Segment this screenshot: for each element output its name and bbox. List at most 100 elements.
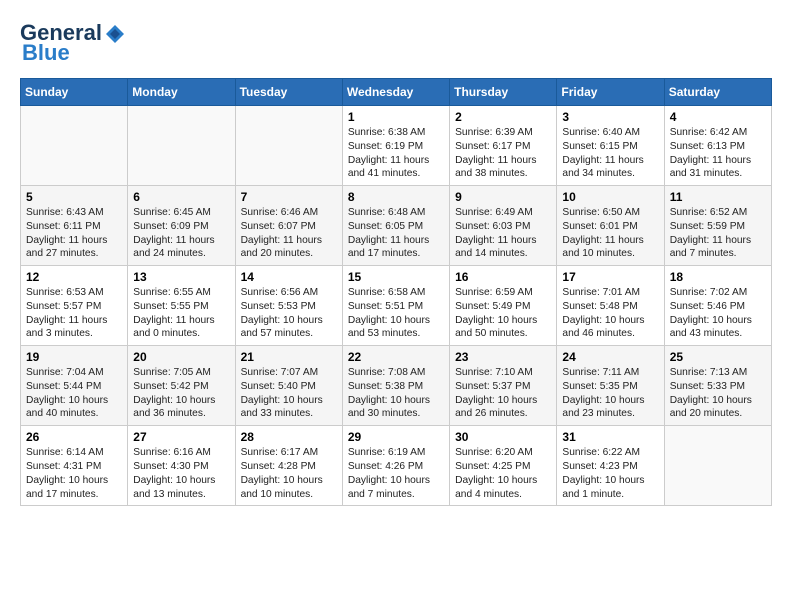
calendar-week-row: 19 Sunrise: 7:04 AM Sunset: 5:44 PM Dayli… [21,346,772,426]
day-info: Sunrise: 7:10 AM Sunset: 5:37 PM Dayligh… [455,366,551,421]
day-info: Sunrise: 6:39 AM Sunset: 6:17 PM Dayligh… [455,126,551,181]
calendar-cell: 19 Sunrise: 7:04 AM Sunset: 5:44 PM Dayli… [21,346,128,426]
calendar-week-row: 5Sunrise: 6:43 AM Sunset: 6:11 PM Daylig… [21,186,772,266]
day-info: Sunrise: 7:01 AM Sunset: 5:48 PM Dayligh… [562,286,658,341]
calendar-cell: 8Sunrise: 6:48 AM Sunset: 6:05 PM Daylig… [342,186,449,266]
day-number: 20 [133,350,229,364]
day-info: Sunrise: 6:16 AM Sunset: 4:30 PM Dayligh… [133,446,229,501]
calendar-cell: 20 Sunrise: 7:05 AM Sunset: 5:42 PM Dayli… [128,346,235,426]
logo-icon [104,23,126,45]
day-info: Sunrise: 6:42 AM Sunset: 6:13 PM Dayligh… [670,126,766,181]
calendar-header-row: SundayMondayTuesdayWednesdayThursdayFrid… [21,79,772,106]
logo-blue-text: Blue [22,40,70,66]
day-number: 26 [26,430,122,444]
day-number: 16 [455,270,551,284]
calendar-cell: 4 Sunrise: 6:42 AM Sunset: 6:13 PM Daylig… [664,106,771,186]
calendar-cell: 17Sunrise: 7:01 AM Sunset: 5:48 PM Dayli… [557,266,664,346]
day-number: 4 [670,110,766,124]
day-number: 1 [348,110,444,124]
day-of-week-header: Thursday [450,79,557,106]
day-number: 14 [241,270,337,284]
calendar-cell: 30 Sunrise: 6:20 AM Sunset: 4:25 PM Dayli… [450,426,557,506]
day-info: Sunrise: 6:40 AM Sunset: 6:15 PM Dayligh… [562,126,658,181]
day-number: 18 [670,270,766,284]
calendar-table: SundayMondayTuesdayWednesdayThursdayFrid… [20,78,772,506]
calendar-week-row: 1Sunrise: 6:38 AM Sunset: 6:19 PM Daylig… [21,106,772,186]
calendar-cell: 16 Sunrise: 6:59 AM Sunset: 5:49 PM Dayli… [450,266,557,346]
day-of-week-header: Wednesday [342,79,449,106]
calendar-cell: 15 Sunrise: 6:58 AM Sunset: 5:51 PM Dayli… [342,266,449,346]
day-number: 21 [241,350,337,364]
day-number: 29 [348,430,444,444]
calendar-cell [128,106,235,186]
day-info: Sunrise: 7:02 AM Sunset: 5:46 PM Dayligh… [670,286,766,341]
calendar-week-row: 26 Sunrise: 6:14 AM Sunset: 4:31 PM Dayli… [21,426,772,506]
day-number: 6 [133,190,229,204]
calendar-cell: 13Sunrise: 6:55 AM Sunset: 5:55 PM Dayli… [128,266,235,346]
header: General Blue [20,20,772,66]
day-info: Sunrise: 6:19 AM Sunset: 4:26 PM Dayligh… [348,446,444,501]
calendar-cell: 12 Sunrise: 6:53 AM Sunset: 5:57 PM Dayli… [21,266,128,346]
day-number: 23 [455,350,551,364]
day-number: 19 [26,350,122,364]
day-number: 27 [133,430,229,444]
calendar-cell: 22 Sunrise: 7:08 AM Sunset: 5:38 PM Dayli… [342,346,449,426]
day-number: 22 [348,350,444,364]
day-info: Sunrise: 6:14 AM Sunset: 4:31 PM Dayligh… [26,446,122,501]
calendar-cell: 3 Sunrise: 6:40 AM Sunset: 6:15 PM Daylig… [557,106,664,186]
day-of-week-header: Saturday [664,79,771,106]
calendar-cell: 14 Sunrise: 6:56 AM Sunset: 5:53 PM Dayli… [235,266,342,346]
calendar-cell: 29 Sunrise: 6:19 AM Sunset: 4:26 PM Dayli… [342,426,449,506]
day-number: 25 [670,350,766,364]
day-number: 3 [562,110,658,124]
day-number: 12 [26,270,122,284]
day-of-week-header: Monday [128,79,235,106]
day-info: Sunrise: 6:45 AM Sunset: 6:09 PM Dayligh… [133,206,229,261]
day-number: 9 [455,190,551,204]
day-info: Sunrise: 6:22 AM Sunset: 4:23 PM Dayligh… [562,446,658,501]
calendar-cell: 7 Sunrise: 6:46 AM Sunset: 6:07 PM Daylig… [235,186,342,266]
calendar-cell: 18 Sunrise: 7:02 AM Sunset: 5:46 PM Dayli… [664,266,771,346]
calendar-page: General Blue SundayMondayTuesdayWednesda… [0,0,792,516]
day-number: 10 [562,190,658,204]
day-number: 7 [241,190,337,204]
day-info: Sunrise: 6:48 AM Sunset: 6:05 PM Dayligh… [348,206,444,261]
calendar-cell [235,106,342,186]
day-number: 2 [455,110,551,124]
day-info: Sunrise: 6:56 AM Sunset: 5:53 PM Dayligh… [241,286,337,341]
day-number: 31 [562,430,658,444]
calendar-cell: 25Sunrise: 7:13 AM Sunset: 5:33 PM Dayli… [664,346,771,426]
day-info: Sunrise: 7:11 AM Sunset: 5:35 PM Dayligh… [562,366,658,421]
day-info: Sunrise: 7:07 AM Sunset: 5:40 PM Dayligh… [241,366,337,421]
day-number: 15 [348,270,444,284]
day-info: Sunrise: 7:08 AM Sunset: 5:38 PM Dayligh… [348,366,444,421]
day-info: Sunrise: 7:05 AM Sunset: 5:42 PM Dayligh… [133,366,229,421]
calendar-cell: 23 Sunrise: 7:10 AM Sunset: 5:37 PM Dayli… [450,346,557,426]
day-of-week-header: Friday [557,79,664,106]
calendar-cell: 26 Sunrise: 6:14 AM Sunset: 4:31 PM Dayli… [21,426,128,506]
calendar-cell: 5Sunrise: 6:43 AM Sunset: 6:11 PM Daylig… [21,186,128,266]
day-number: 28 [241,430,337,444]
calendar-cell: 9 Sunrise: 6:49 AM Sunset: 6:03 PM Daylig… [450,186,557,266]
day-number: 13 [133,270,229,284]
calendar-cell: 10 Sunrise: 6:50 AM Sunset: 6:01 PM Dayli… [557,186,664,266]
calendar-cell [664,426,771,506]
day-info: Sunrise: 6:20 AM Sunset: 4:25 PM Dayligh… [455,446,551,501]
day-info: Sunrise: 7:04 AM Sunset: 5:44 PM Dayligh… [26,366,122,421]
day-info: Sunrise: 6:58 AM Sunset: 5:51 PM Dayligh… [348,286,444,341]
day-of-week-header: Tuesday [235,79,342,106]
day-info: Sunrise: 6:46 AM Sunset: 6:07 PM Dayligh… [241,206,337,261]
day-info: Sunrise: 6:49 AM Sunset: 6:03 PM Dayligh… [455,206,551,261]
day-info: Sunrise: 6:53 AM Sunset: 5:57 PM Dayligh… [26,286,122,341]
calendar-cell: 1Sunrise: 6:38 AM Sunset: 6:19 PM Daylig… [342,106,449,186]
day-number: 30 [455,430,551,444]
day-of-week-header: Sunday [21,79,128,106]
calendar-cell: 28Sunrise: 6:17 AM Sunset: 4:28 PM Dayli… [235,426,342,506]
calendar-cell: 31 Sunrise: 6:22 AM Sunset: 4:23 PM Dayli… [557,426,664,506]
calendar-cell: 21 Sunrise: 7:07 AM Sunset: 5:40 PM Dayli… [235,346,342,426]
day-number: 24 [562,350,658,364]
calendar-cell [21,106,128,186]
day-number: 11 [670,190,766,204]
day-info: Sunrise: 6:50 AM Sunset: 6:01 PM Dayligh… [562,206,658,261]
day-info: Sunrise: 6:59 AM Sunset: 5:49 PM Dayligh… [455,286,551,341]
